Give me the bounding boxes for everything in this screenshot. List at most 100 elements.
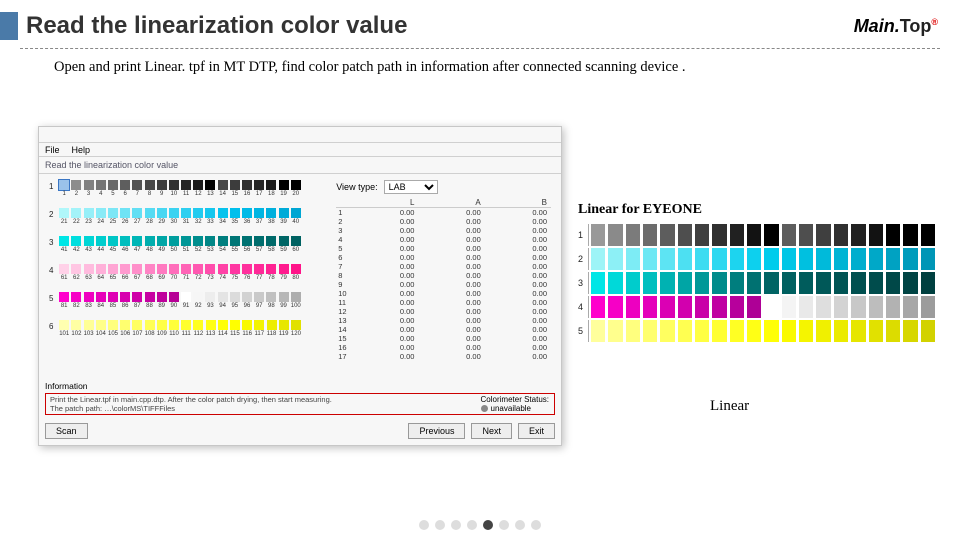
color-swatch[interactable] — [291, 208, 301, 218]
menu-file[interactable]: File — [45, 145, 60, 155]
color-swatch[interactable] — [96, 208, 106, 218]
color-swatch[interactable] — [242, 208, 252, 218]
color-swatch[interactable] — [291, 320, 301, 330]
color-swatch[interactable] — [157, 292, 167, 302]
color-swatch[interactable] — [193, 236, 203, 246]
color-swatch[interactable] — [193, 208, 203, 218]
color-swatch[interactable] — [157, 236, 167, 246]
color-swatch[interactable] — [279, 208, 289, 218]
color-swatch[interactable] — [169, 180, 179, 190]
color-swatch[interactable] — [205, 264, 215, 274]
color-swatch[interactable] — [254, 180, 264, 190]
color-swatch[interactable] — [254, 236, 264, 246]
color-swatch[interactable] — [205, 208, 215, 218]
color-swatch[interactable] — [230, 236, 240, 246]
color-swatch[interactable] — [205, 292, 215, 302]
color-swatch[interactable] — [157, 208, 167, 218]
color-swatch[interactable] — [291, 180, 301, 190]
color-swatch[interactable] — [267, 320, 277, 330]
color-swatch[interactable] — [157, 264, 167, 274]
color-swatch[interactable] — [84, 180, 94, 190]
color-swatch[interactable] — [84, 264, 94, 274]
color-swatch[interactable] — [242, 180, 252, 190]
color-swatch[interactable] — [193, 180, 203, 190]
menu-help[interactable]: Help — [72, 145, 91, 155]
color-swatch[interactable] — [145, 236, 155, 246]
color-swatch[interactable] — [59, 180, 69, 190]
color-swatch[interactable] — [71, 264, 81, 274]
color-swatch[interactable] — [169, 320, 179, 330]
color-swatch[interactable] — [132, 292, 142, 302]
color-swatch[interactable] — [132, 320, 142, 330]
color-swatch[interactable] — [71, 292, 81, 302]
scan-button[interactable]: Scan — [45, 423, 88, 439]
color-swatch[interactable] — [181, 320, 191, 330]
color-swatch[interactable] — [108, 180, 118, 190]
color-swatch[interactable] — [193, 320, 203, 330]
color-swatch[interactable] — [279, 264, 289, 274]
color-swatch[interactable] — [266, 236, 276, 246]
color-swatch[interactable] — [108, 236, 118, 246]
color-swatch[interactable] — [120, 208, 130, 218]
color-swatch[interactable] — [218, 264, 228, 274]
color-swatch[interactable] — [230, 292, 240, 302]
color-swatch[interactable] — [71, 320, 81, 330]
next-button[interactable]: Next — [471, 423, 512, 439]
color-swatch[interactable] — [145, 292, 155, 302]
color-swatch[interactable] — [59, 208, 69, 218]
color-swatch[interactable] — [157, 320, 167, 330]
color-swatch[interactable] — [84, 320, 94, 330]
color-swatch[interactable] — [193, 292, 203, 302]
color-swatch[interactable] — [96, 180, 106, 190]
color-swatch[interactable] — [169, 208, 179, 218]
color-swatch[interactable] — [71, 180, 81, 190]
color-swatch[interactable] — [230, 208, 240, 218]
color-swatch[interactable] — [230, 320, 240, 330]
color-swatch[interactable] — [132, 264, 142, 274]
color-swatch[interactable] — [108, 264, 118, 274]
color-swatch[interactable] — [108, 320, 118, 330]
color-swatch[interactable] — [218, 208, 228, 218]
color-swatch[interactable] — [132, 236, 142, 246]
color-swatch[interactable] — [266, 208, 276, 218]
color-swatch[interactable] — [145, 264, 155, 274]
color-swatch[interactable] — [181, 208, 191, 218]
color-swatch[interactable] — [59, 264, 69, 274]
color-swatch[interactable] — [230, 180, 240, 190]
color-swatch[interactable] — [218, 292, 228, 302]
color-swatch[interactable] — [291, 292, 301, 302]
color-swatch[interactable] — [279, 320, 289, 330]
color-swatch[interactable] — [59, 236, 69, 246]
color-swatch[interactable] — [169, 264, 179, 274]
color-swatch[interactable] — [145, 180, 155, 190]
color-swatch[interactable] — [120, 320, 130, 330]
color-swatch[interactable] — [205, 180, 215, 190]
color-swatch[interactable] — [132, 208, 142, 218]
color-swatch[interactable] — [84, 208, 94, 218]
color-swatch[interactable] — [254, 264, 264, 274]
color-swatch[interactable] — [71, 236, 81, 246]
color-swatch[interactable] — [181, 264, 191, 274]
color-swatch[interactable] — [145, 320, 155, 330]
color-swatch[interactable] — [84, 292, 94, 302]
color-swatch[interactable] — [96, 292, 106, 302]
color-swatch[interactable] — [266, 292, 276, 302]
color-swatch[interactable] — [218, 320, 228, 330]
color-swatch[interactable] — [120, 292, 130, 302]
color-swatch[interactable] — [59, 292, 69, 302]
color-swatch[interactable] — [145, 208, 155, 218]
color-swatch[interactable] — [242, 236, 252, 246]
color-swatch[interactable] — [96, 320, 106, 330]
color-swatch[interactable] — [59, 320, 69, 330]
color-swatch[interactable] — [120, 264, 130, 274]
color-swatch[interactable] — [108, 208, 118, 218]
color-swatch[interactable] — [71, 208, 81, 218]
color-swatch[interactable] — [96, 264, 106, 274]
color-swatch[interactable] — [84, 236, 94, 246]
color-swatch[interactable] — [266, 180, 276, 190]
color-swatch[interactable] — [254, 208, 264, 218]
color-swatch[interactable] — [279, 236, 289, 246]
color-swatch[interactable] — [206, 320, 216, 330]
color-swatch[interactable] — [181, 292, 191, 302]
color-swatch[interactable] — [230, 264, 240, 274]
